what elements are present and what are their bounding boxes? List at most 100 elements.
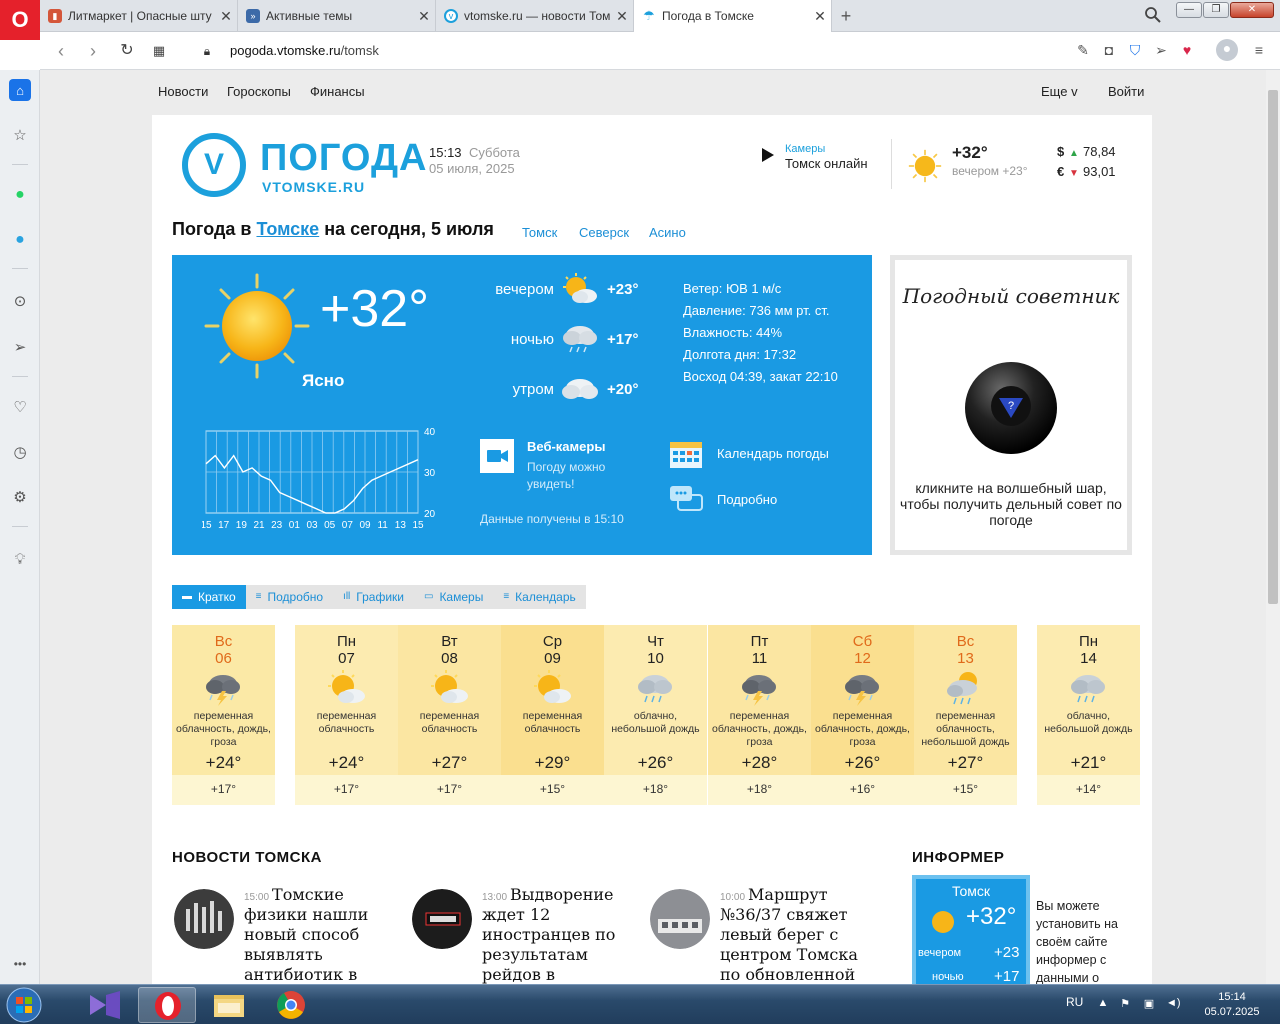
nav-finance[interactable]: Финансы bbox=[310, 84, 365, 99]
taskbar-opera[interactable] bbox=[138, 987, 196, 1023]
lightbulb-icon[interactable]: 💡︎ bbox=[9, 548, 31, 570]
close-window-button[interactable]: ✕ bbox=[1230, 2, 1274, 18]
webcams-link[interactable]: Веб-камеры bbox=[527, 439, 605, 454]
edit-icon[interactable]: ✎ bbox=[1074, 41, 1092, 59]
day-description: переменная облачность, дождь, гроза bbox=[712, 710, 807, 748]
network-icon[interactable]: ▣ bbox=[1142, 997, 1156, 1011]
language-indicator[interactable]: RU bbox=[1066, 995, 1083, 1009]
close-icon[interactable]: ✕ bbox=[611, 8, 633, 25]
telegram-icon[interactable]: ● bbox=[9, 229, 31, 251]
news-thumbnail[interactable] bbox=[412, 889, 472, 949]
maximize-button[interactable]: ❐ bbox=[1203, 2, 1229, 18]
informer-widget[interactable]: Томск +32° вечером +23 ночью +17 bbox=[912, 875, 1030, 984]
chat-icon[interactable] bbox=[669, 483, 703, 517]
city-tomsk[interactable]: Томск bbox=[522, 225, 557, 240]
details-link[interactable]: Подробно bbox=[717, 492, 777, 507]
taskbar-explorer[interactable] bbox=[200, 987, 258, 1023]
forward-button[interactable]: › bbox=[82, 40, 104, 62]
opera-menu-button[interactable]: O bbox=[0, 0, 40, 40]
forecast-day[interactable]: Ср 09 переменная облачность +29° +15° bbox=[501, 625, 604, 805]
news-title[interactable]: 13:00 Выдворение ждет 12 иностранцев по р… bbox=[482, 885, 632, 984]
back-button[interactable]: ‹ bbox=[50, 40, 72, 62]
forecast-tabs: ▬ Кратко ≡ Подробно ıll Графики ▭ Камеры ≡ Ка… bbox=[172, 585, 586, 609]
minimize-button[interactable]: — bbox=[1176, 2, 1202, 18]
tab-calendar[interactable]: ≡ Календарь bbox=[493, 585, 585, 609]
taskbar-visual-studio[interactable] bbox=[76, 987, 134, 1023]
forecast-day[interactable]: Чт 10 облачно, небольшой дождь +26° +18° bbox=[604, 625, 707, 805]
volume-icon[interactable]: ◄) bbox=[1166, 997, 1181, 1011]
bookmarks-icon[interactable]: ☆ bbox=[9, 124, 31, 146]
tab-litmarket[interactable]: ▮ Литмаркет | Опасные шту ✕ bbox=[40, 0, 238, 32]
calendar-icon[interactable] bbox=[669, 437, 703, 471]
heart-icon[interactable]: ♡ bbox=[9, 396, 31, 418]
start-button[interactable] bbox=[2, 986, 46, 1024]
logo-title[interactable]: ПОГОДА bbox=[260, 137, 427, 180]
more-icon[interactable]: ••• bbox=[9, 953, 31, 975]
forecast-day[interactable]: Сб 12 переменная облачность, дождь, гроза +… bbox=[811, 625, 914, 805]
tab-vtomske-news[interactable]: v vtomske.ru — новости Том ✕ bbox=[436, 0, 634, 32]
morning-label: утром bbox=[512, 381, 554, 398]
calendar-link[interactable]: Календарь погоды bbox=[717, 446, 829, 461]
city-link[interactable]: Томске bbox=[256, 219, 319, 239]
close-icon[interactable]: ✕ bbox=[413, 8, 435, 25]
settings-icon[interactable]: ⚙ bbox=[9, 486, 31, 508]
news-title[interactable]: 10:00 Маршрут №36/37 свяжет левый берег с… bbox=[720, 885, 870, 984]
avatar[interactable]: ● bbox=[1216, 39, 1238, 61]
url-field[interactable]: pogoda.vtomske.ru/tomsk bbox=[230, 43, 379, 58]
history-icon[interactable]: ◷ bbox=[9, 441, 31, 463]
nav-more[interactable]: Еще v bbox=[1041, 84, 1078, 99]
heart-icon[interactable]: ♥ bbox=[1178, 41, 1196, 59]
send-icon[interactable]: ➢ bbox=[9, 336, 31, 358]
webcam-icon[interactable] bbox=[480, 439, 514, 473]
reload-button[interactable]: ↻ bbox=[116, 40, 138, 62]
forecast-day[interactable]: Пн 14 облачно, небольшой дождь +21° +14° bbox=[1037, 625, 1140, 805]
flag-icon[interactable]: ⚑ bbox=[1118, 997, 1132, 1011]
current-temperature: +32° bbox=[320, 280, 430, 338]
close-icon[interactable]: ✕ bbox=[215, 8, 237, 25]
nav-news[interactable]: Новости bbox=[158, 84, 208, 99]
forecast-day[interactable]: Пт 11 переменная облачность, дождь, гроза +… bbox=[708, 625, 811, 805]
day-date: 09 bbox=[544, 650, 561, 667]
new-tab-button[interactable]: + bbox=[836, 6, 856, 26]
send-icon[interactable]: ➢ bbox=[1152, 41, 1170, 59]
humidity: Влажность: 44% bbox=[683, 325, 783, 340]
forecast-day[interactable]: Вт 08 переменная облачность +27° +17° bbox=[398, 625, 501, 805]
taskbar-chrome[interactable] bbox=[262, 987, 320, 1023]
day-of-week: Пн bbox=[1078, 633, 1099, 650]
search-icon[interactable] bbox=[1144, 6, 1162, 24]
cloud-rain-icon bbox=[638, 675, 672, 703]
clock[interactable]: 15:14 05.07.2025 bbox=[1196, 990, 1268, 1020]
camera-icon[interactable]: ◘ bbox=[1100, 41, 1118, 59]
tab-weather-tomsk[interactable]: ☂ Погода в Томске ✕ bbox=[634, 0, 832, 32]
tab-active-topics[interactable]: » Активные темы ✕ bbox=[238, 0, 436, 32]
logo-circle[interactable]: V bbox=[182, 133, 246, 197]
scrollbar-thumb[interactable] bbox=[1268, 90, 1278, 604]
news-thumbnail[interactable] bbox=[650, 889, 710, 949]
tab-brief[interactable]: ▬ Кратко bbox=[172, 585, 246, 609]
news-thumbnail[interactable] bbox=[174, 889, 234, 949]
forecast-day[interactable]: Вс 06 переменная облачность, дождь, гроза +… bbox=[172, 625, 275, 805]
chevron-up-icon[interactable]: ▲ bbox=[1096, 997, 1110, 1011]
tab-cameras[interactable]: ▭ Камеры bbox=[414, 585, 493, 609]
cameras-link[interactable]: Томск онлайн bbox=[785, 156, 868, 171]
nav-horoscopes[interactable]: Гороскопы bbox=[227, 84, 291, 99]
home-icon[interactable]: ⌂ bbox=[9, 79, 31, 101]
cameras-label[interactable]: Камеры bbox=[785, 143, 825, 155]
tab-graphs[interactable]: ıll Графики bbox=[333, 585, 414, 609]
city-asino[interactable]: Асино bbox=[649, 225, 686, 240]
shield-icon[interactable]: ⛉ bbox=[1126, 41, 1144, 59]
news-title[interactable]: 15:00 Томские физики нашли новый способ в… bbox=[244, 885, 394, 984]
city-seversk[interactable]: Северск bbox=[579, 225, 629, 240]
tab-detailed[interactable]: ≡ Подробно bbox=[246, 585, 333, 609]
play-icon[interactable] bbox=[762, 148, 774, 162]
whatsapp-icon[interactable]: ● bbox=[9, 184, 31, 206]
speed-dial-icon[interactable]: ▦ bbox=[148, 40, 170, 62]
forecast-day[interactable]: Пн 07 переменная облачность +24° +17° bbox=[295, 625, 398, 805]
player-icon[interactable]: ⊙ bbox=[9, 290, 31, 312]
close-icon[interactable]: ✕ bbox=[809, 8, 831, 25]
magic-8-ball-icon[interactable]: ? bbox=[963, 360, 1059, 456]
login-link[interactable]: Войти bbox=[1108, 84, 1144, 99]
weather-advisor[interactable]: Погодный советник ? кликните на волшебны… bbox=[890, 255, 1132, 555]
menu-icon[interactable]: ≡ bbox=[1250, 41, 1268, 59]
forecast-day[interactable]: Вс 13 переменная облачность, небольшой дож… bbox=[914, 625, 1017, 805]
